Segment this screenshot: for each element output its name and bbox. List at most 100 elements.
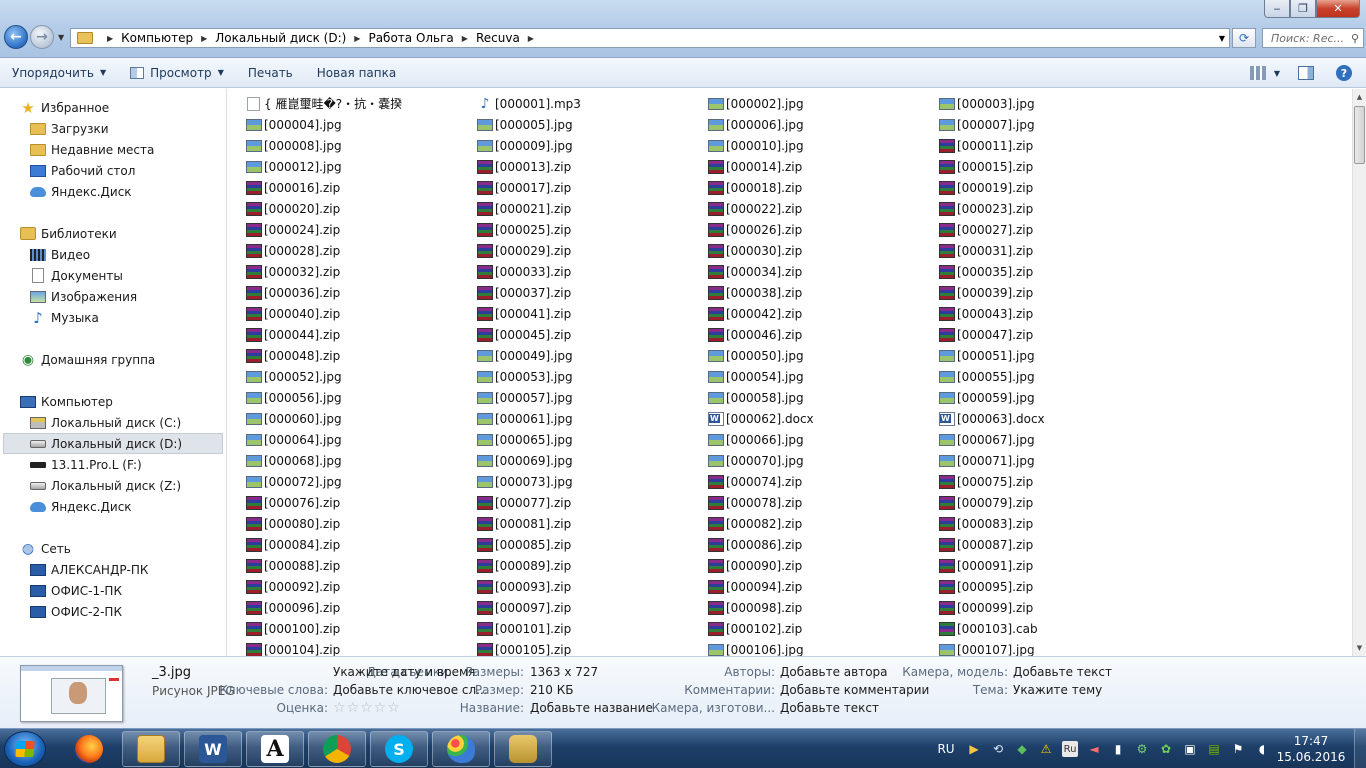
file-item[interactable]: [000100].zip (246, 618, 477, 639)
file-item[interactable]: { 雁崑璽畦�?・抗・嚢揆 (246, 93, 477, 114)
taskbar-fonts[interactable]: A (246, 731, 304, 767)
scroll-up-icon[interactable]: ▲ (1353, 89, 1366, 105)
action-center-flag-icon[interactable]: ⚑ (1230, 741, 1246, 757)
file-item[interactable]: [000042].zip (708, 303, 939, 324)
file-item[interactable]: [000096].zip (246, 597, 477, 618)
file-item[interactable]: [000019].zip (939, 177, 1170, 198)
file-item[interactable]: [000041].zip (477, 303, 708, 324)
file-item[interactable]: [000059].jpg (939, 387, 1170, 408)
file-item[interactable]: [000069].jpg (477, 450, 708, 471)
volume-icon[interactable]: ◄ (1086, 741, 1102, 757)
taskbar-firefox[interactable] (60, 731, 118, 767)
file-item[interactable]: [000056].jpg (246, 387, 477, 408)
close-button[interactable]: ✕ (1316, 0, 1360, 18)
file-item[interactable]: [000097].zip (477, 597, 708, 618)
tray-network-icon[interactable]: ⚙ (1134, 741, 1150, 757)
file-item[interactable]: [000106].jpg (708, 639, 939, 656)
file-item[interactable]: [000067].jpg (939, 429, 1170, 450)
file-item[interactable]: [000095].zip (939, 576, 1170, 597)
taskbar-explorer[interactable] (122, 731, 180, 767)
file-item[interactable]: [000034].zip (708, 261, 939, 282)
tray-nvidia-icon[interactable]: ▤ (1206, 741, 1222, 757)
file-item[interactable]: [000039].zip (939, 282, 1170, 303)
nav-music[interactable]: ♪ Музыка (0, 307, 226, 328)
nav-drive-z[interactable]: Локальный диск (Z:) (0, 475, 226, 496)
file-item[interactable]: [000053].jpg (477, 366, 708, 387)
file-item[interactable]: [000005].jpg (477, 114, 708, 135)
camera-model-value[interactable]: Добавьте текст (1013, 665, 1112, 679)
nav-homegroup[interactable]: ◉ Домашняя группа (0, 349, 226, 370)
clock[interactable]: 17:47 15.06.2016 (1276, 733, 1346, 765)
file-item[interactable]: [000084].zip (246, 534, 477, 555)
file-item[interactable]: [000083].zip (939, 513, 1170, 534)
nav-drive-c[interactable]: Локальный диск (C:) (0, 412, 226, 433)
file-item[interactable]: [000037].zip (477, 282, 708, 303)
nav-favorites[interactable]: ★ Избранное (0, 97, 226, 118)
file-item[interactable]: [000070].jpg (708, 450, 939, 471)
file-item[interactable]: [000003].jpg (939, 93, 1170, 114)
file-item[interactable]: [000013].zip (477, 156, 708, 177)
camera-maker-value[interactable]: Добавьте текст (780, 701, 879, 715)
file-item[interactable]: [000079].zip (939, 492, 1170, 513)
file-item[interactable]: [000078].zip (708, 492, 939, 513)
chevron-right-icon[interactable]: ▶ (354, 34, 360, 43)
tray-arrows-icon[interactable]: ▶ (966, 741, 982, 757)
file-item[interactable]: [000031].zip (939, 240, 1170, 261)
file-item[interactable]: [000072].jpg (246, 471, 477, 492)
nav-drive-f[interactable]: 13.11.Pro.L (F:) (0, 454, 226, 475)
subject-value[interactable]: Укажите тему (1013, 683, 1102, 697)
file-item[interactable]: [000082].zip (708, 513, 939, 534)
file-item[interactable]: [000045].zip (477, 324, 708, 345)
nav-video[interactable]: Видео (0, 244, 226, 265)
ime-indicator[interactable]: Ru (1062, 741, 1078, 757)
print-button[interactable]: Печать (236, 58, 305, 87)
file-item[interactable]: [000061].jpg (477, 408, 708, 429)
file-item[interactable]: [000107].jpg (939, 639, 1170, 656)
vertical-scrollbar[interactable]: ▲ ▼ (1352, 89, 1366, 656)
file-item[interactable]: [000091].zip (939, 555, 1170, 576)
language-indicator[interactable]: RU (934, 741, 958, 757)
file-item[interactable]: [000015].zip (939, 156, 1170, 177)
file-item[interactable]: [000004].jpg (246, 114, 477, 135)
file-item[interactable]: [000105].zip (477, 639, 708, 656)
file-item[interactable]: [000010].jpg (708, 135, 939, 156)
taskbar-word[interactable]: W (184, 731, 242, 767)
file-item[interactable]: [000035].zip (939, 261, 1170, 282)
file-item[interactable]: [000068].jpg (246, 450, 477, 471)
file-item[interactable]: [000046].zip (708, 324, 939, 345)
file-item[interactable]: [000054].jpg (708, 366, 939, 387)
chevron-down-icon[interactable]: ▼ (1274, 69, 1280, 78)
file-item[interactable]: [000090].zip (708, 555, 939, 576)
rating-stars[interactable]: ☆☆☆☆☆ (333, 700, 401, 716)
taskbar-paint[interactable] (432, 731, 490, 767)
file-item[interactable]: [000062].docx (708, 408, 939, 429)
file-item[interactable]: [000103].cab (939, 618, 1170, 639)
back-button[interactable]: ← (4, 25, 28, 49)
breadcrumb-drive-d[interactable]: Локальный диск (D:) (215, 31, 346, 45)
view-button[interactable]: Просмотр ▼ (118, 58, 236, 87)
file-item[interactable]: [000060].jpg (246, 408, 477, 429)
file-item[interactable]: [000026].zip (708, 219, 939, 240)
file-item[interactable]: [000063].docx (939, 408, 1170, 429)
file-item[interactable]: [000018].zip (708, 177, 939, 198)
file-item[interactable]: [000030].zip (708, 240, 939, 261)
file-item[interactable]: [000021].zip (477, 198, 708, 219)
file-item[interactable]: [000025].zip (477, 219, 708, 240)
show-desktop-button[interactable] (1354, 729, 1366, 768)
chevron-right-icon[interactable]: ▶ (462, 34, 468, 43)
file-item[interactable]: [000057].jpg (477, 387, 708, 408)
nav-libraries[interactable]: Библиотеки (0, 223, 226, 244)
title-value[interactable]: Добавьте название (530, 701, 653, 715)
start-button[interactable] (4, 731, 46, 767)
file-item[interactable]: [000098].zip (708, 597, 939, 618)
speaker-icon[interactable]: ◖ (1254, 741, 1270, 757)
file-item[interactable]: [000022].zip (708, 198, 939, 219)
chevron-right-icon[interactable]: ▶ (107, 34, 113, 43)
file-item[interactable]: [000029].zip (477, 240, 708, 261)
file-item[interactable]: [000007].jpg (939, 114, 1170, 135)
nav-network[interactable]: ◍ Сеть (0, 538, 226, 559)
nav-desktop[interactable]: Рабочий стол (0, 160, 226, 181)
file-item[interactable]: [000102].zip (708, 618, 939, 639)
keywords-value[interactable]: Добавьте ключевое сл... (333, 683, 488, 697)
file-item[interactable]: [000043].zip (939, 303, 1170, 324)
